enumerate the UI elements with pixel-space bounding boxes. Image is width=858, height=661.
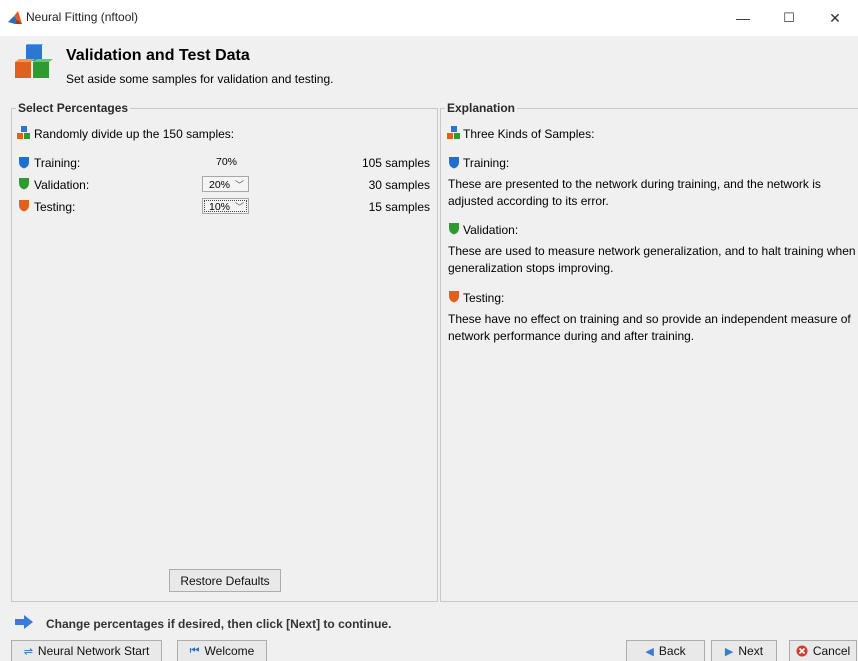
cubes-logo-icon bbox=[15, 44, 53, 78]
next-label: Next bbox=[738, 644, 764, 658]
green-shield-icon bbox=[449, 223, 459, 235]
testing-label: Testing: bbox=[34, 200, 76, 214]
next-arrow-icon: ▶ bbox=[724, 645, 734, 658]
cancel-button[interactable]: Cancel bbox=[789, 640, 857, 661]
neural-network-start-button[interactable]: ⇌ Neural Network Start bbox=[11, 640, 162, 661]
orange-shield-icon bbox=[449, 291, 459, 303]
validation-label: Validation: bbox=[34, 178, 90, 192]
explanation-testing-line2: network performance during and after tra… bbox=[448, 329, 695, 343]
explanation-training-line1: These are presented to the network durin… bbox=[448, 177, 821, 191]
back-label: Back bbox=[658, 644, 686, 658]
validation-percent-dropdown[interactable]: 20% ﹀ bbox=[202, 176, 249, 192]
explanation-validation-line2: generalization stops improving. bbox=[448, 261, 614, 275]
green-shield-icon bbox=[19, 178, 29, 190]
cancel-label: Cancel bbox=[812, 644, 851, 658]
back-button[interactable]: ◀ Back bbox=[626, 640, 705, 661]
testing-percent-dropdown[interactable]: 10% ﹀ bbox=[202, 198, 249, 214]
training-label: Training: bbox=[34, 156, 81, 170]
explanation-title: Explanation bbox=[445, 101, 518, 115]
select-intro: Randomly divide up the 150 samples: bbox=[34, 127, 235, 141]
neural-network-start-label: Neural Network Start bbox=[37, 644, 150, 658]
matlab-logo-icon bbox=[8, 11, 22, 24]
cubes-small-icon bbox=[17, 126, 30, 139]
footer-hint: Change percentages if desired, then clic… bbox=[46, 617, 392, 631]
maximize-button[interactable]: ☐ bbox=[766, 0, 812, 36]
training-percent: 70% bbox=[216, 156, 238, 168]
chevron-down-icon: ﹀ bbox=[234, 202, 244, 212]
validation-percent-value: 20% bbox=[209, 179, 231, 191]
explanation-testing-title: Testing: bbox=[463, 291, 505, 305]
explanation-training-title: Training: bbox=[463, 156, 510, 170]
testing-samples: 15 samples bbox=[368, 200, 430, 214]
restore-defaults-button[interactable]: Restore Defaults bbox=[169, 569, 281, 592]
page-subtitle: Set aside some samples for validation an… bbox=[66, 72, 334, 86]
blue-shield-icon bbox=[19, 157, 29, 169]
explanation-validation-title: Validation: bbox=[463, 223, 519, 237]
orange-shield-icon bbox=[19, 200, 29, 212]
blue-shield-icon bbox=[449, 157, 459, 169]
next-button[interactable]: ▶ Next bbox=[711, 640, 777, 661]
welcome-label: Welcome bbox=[204, 644, 255, 658]
cubes-small-icon bbox=[447, 126, 460, 139]
select-percentages-title: Select Percentages bbox=[16, 101, 131, 115]
cancel-icon bbox=[796, 645, 808, 657]
rewind-icon: ⏮ bbox=[189, 644, 200, 657]
validation-samples: 30 samples bbox=[368, 178, 430, 192]
training-samples: 105 samples bbox=[361, 156, 430, 170]
explanation-training-line2: adjusted according to its error. bbox=[448, 194, 609, 208]
welcome-button[interactable]: ⏮ Welcome bbox=[177, 640, 267, 661]
testing-percent-value: 10% bbox=[209, 201, 231, 213]
page-title: Validation and Test Data bbox=[66, 47, 250, 64]
chevron-down-icon: ﹀ bbox=[234, 180, 244, 190]
close-button[interactable]: ✕ bbox=[812, 0, 858, 36]
title-bar: Neural Fitting (nftool) — ☐ ✕ bbox=[0, 0, 858, 36]
explanation-intro: Three Kinds of Samples: bbox=[463, 127, 595, 141]
explanation-validation-line1: These are used to measure network genera… bbox=[448, 244, 856, 258]
back-arrow-icon: ◀ bbox=[645, 645, 654, 658]
window-title: Neural Fitting (nftool) bbox=[26, 10, 139, 24]
explanation-testing-line1: These have no effect on training and so … bbox=[448, 312, 851, 326]
minimize-button[interactable]: — bbox=[720, 0, 766, 36]
network-icon: ⇌ bbox=[23, 645, 33, 658]
right-arrow-icon bbox=[15, 615, 33, 629]
